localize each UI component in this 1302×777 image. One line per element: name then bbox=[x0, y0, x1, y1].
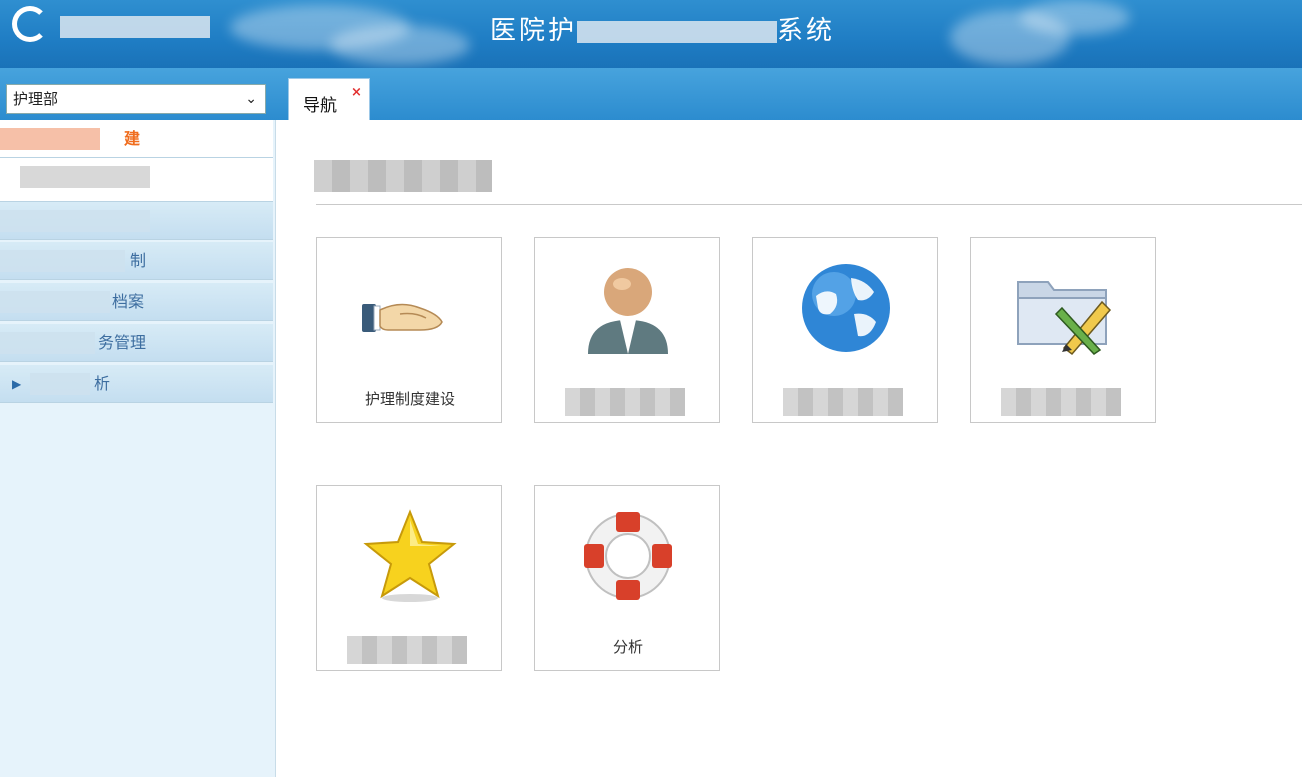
tile-folder-edit[interactable] bbox=[970, 237, 1156, 423]
app-header: 医院护 系统 bbox=[0, 0, 1302, 68]
tab-label: 导航 bbox=[303, 96, 337, 116]
sidebar-item-7[interactable]: ▶ 析 bbox=[0, 365, 273, 403]
tile-label-blurred bbox=[565, 388, 685, 416]
sidebar-item-1[interactable]: 建 bbox=[0, 120, 273, 158]
user-icon bbox=[588, 268, 668, 354]
divider bbox=[316, 204, 1302, 205]
tile-analysis[interactable]: 分析 bbox=[534, 485, 720, 671]
tile-label: 护理制度建设 bbox=[364, 390, 455, 408]
sidebar: 建 制 档案 务管理 ▶ 析 bbox=[0, 120, 276, 777]
department-select[interactable]: 护理部 ⌄ bbox=[6, 84, 266, 114]
app-title: 医院护 系统 bbox=[490, 16, 836, 46]
page-title-blurred bbox=[314, 160, 492, 192]
folder-edit-icon bbox=[1017, 281, 1112, 356]
sidebar-item-3[interactable] bbox=[0, 202, 273, 240]
tab-close-icon[interactable]: × bbox=[351, 85, 362, 100]
star-icon bbox=[363, 509, 457, 602]
tab-bar: 护理部 ⌄ 导航 × bbox=[0, 68, 1302, 120]
tab-navigation[interactable]: 导航 × bbox=[288, 78, 370, 120]
sidebar-item-4[interactable]: 制 bbox=[0, 242, 273, 280]
tile-label-blurred bbox=[1001, 388, 1121, 416]
globe-icon bbox=[802, 264, 890, 352]
tile-favorites[interactable] bbox=[316, 485, 502, 671]
logo-icon bbox=[12, 6, 48, 42]
tile-label-blurred bbox=[347, 636, 467, 664]
lifebuoy-icon bbox=[584, 512, 672, 600]
tile-nursing-system[interactable]: 护理制度建设 bbox=[316, 237, 502, 423]
sidebar-item-2[interactable] bbox=[0, 158, 273, 202]
tile-label: 分析 bbox=[612, 638, 643, 656]
hand-icon bbox=[362, 303, 443, 332]
tile-globe[interactable] bbox=[752, 237, 938, 423]
tile-user[interactable] bbox=[534, 237, 720, 423]
chevron-down-icon: ⌄ bbox=[245, 91, 257, 107]
logo-text-blurred bbox=[60, 12, 210, 40]
tile-label-blurred bbox=[783, 388, 903, 416]
sidebar-item-5[interactable]: 档案 bbox=[0, 283, 273, 321]
sidebar-item-6[interactable]: 务管理 bbox=[0, 324, 273, 362]
caret-right-icon: ▶ bbox=[12, 377, 22, 391]
